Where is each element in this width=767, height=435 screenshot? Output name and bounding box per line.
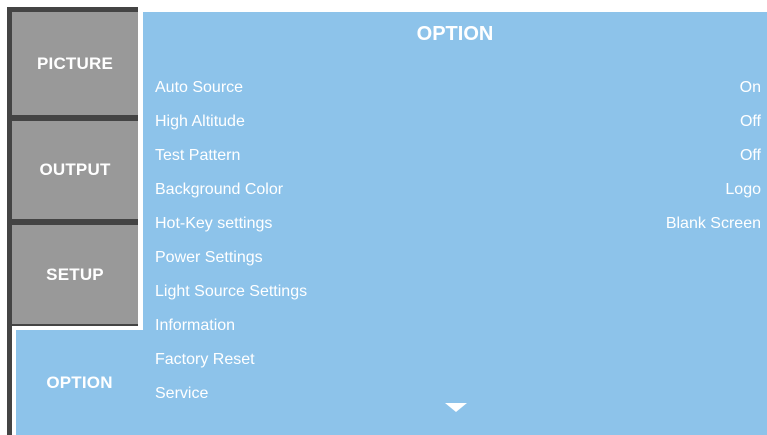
menu-item-factory-reset[interactable]: Factory Reset xyxy=(155,345,765,375)
menu-item-label: Auto Source xyxy=(155,79,244,96)
tab-output-label: OUTPUT xyxy=(39,160,111,179)
tab-picture-label: PICTURE xyxy=(36,53,114,73)
menu-item-test-pattern[interactable]: Test Pattern Off xyxy=(155,141,765,171)
menu-item-auto-source[interactable]: Auto Source On xyxy=(155,73,765,103)
menu-item-label: Factory Reset xyxy=(155,351,255,368)
menu-item-value: Blank Screen xyxy=(665,215,761,232)
menu-item-high-altitude[interactable]: High Altitude Off xyxy=(155,107,765,137)
menu-item-value: Logo xyxy=(725,181,761,198)
tab-picture[interactable]: PICTURE xyxy=(12,12,138,115)
menu-item-label: Light Source Settings xyxy=(155,283,308,300)
tab-option-label: OPTION xyxy=(46,372,113,392)
tab-setup[interactable]: SETUP xyxy=(12,225,138,324)
menu-item-power-settings[interactable]: Power Settings xyxy=(155,243,765,273)
tab-setup-label: SETUP xyxy=(46,264,104,284)
menu-item-label: Service xyxy=(155,385,209,402)
tab-option[interactable]: OPTION xyxy=(16,330,143,435)
menu-item-label: Power Settings xyxy=(155,249,263,266)
menu-item-label: Test Pattern xyxy=(155,147,241,164)
menu-item-light-source-settings[interactable]: Light Source Settings xyxy=(155,277,765,307)
menu-item-background-color[interactable]: Background Color Logo xyxy=(155,175,765,205)
down-arrow-icon[interactable] xyxy=(445,403,467,412)
menu-item-value: Off xyxy=(739,147,761,164)
tab-output[interactable]: OUTPUT xyxy=(12,121,138,219)
menu-item-label: Background Color xyxy=(155,181,284,198)
menu-item-label: Information xyxy=(155,317,236,334)
option-panel: OPTION Auto Source On High Altitude Off … xyxy=(143,12,767,435)
menu-item-information[interactable]: Information xyxy=(155,311,765,341)
menu-item-hot-key-settings[interactable]: Hot-Key settings Blank Screen xyxy=(155,209,765,239)
menu-item-value: On xyxy=(739,79,761,96)
panel-title: OPTION xyxy=(416,23,494,45)
menu-item-label: High Altitude xyxy=(155,113,245,130)
menu-item-value: Off xyxy=(739,113,761,130)
menu-item-label: Hot-Key settings xyxy=(155,215,273,232)
